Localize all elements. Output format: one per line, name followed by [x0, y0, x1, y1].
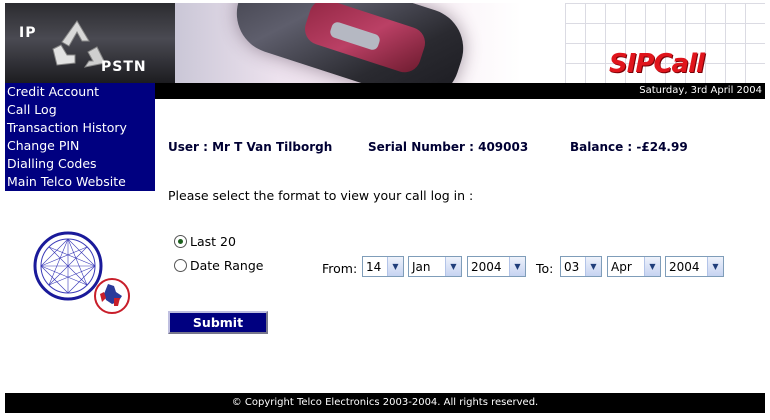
- option-date-range-label: Date Range: [190, 258, 264, 273]
- sipcall-logo: SIPCall: [609, 49, 705, 79]
- nav-call-log[interactable]: Call Log: [5, 101, 155, 119]
- account-balance: Balance : -£24.99: [570, 140, 688, 154]
- nav-transaction-history[interactable]: Transaction History: [5, 119, 155, 137]
- network-emblem-icon: [33, 231, 130, 314]
- nav-main-telco-website[interactable]: Main Telco Website: [5, 173, 155, 191]
- logo-pstn-text: PSTN: [101, 59, 147, 75]
- chevron-down-icon[interactable]: ▼: [445, 257, 461, 276]
- nav-dialling-codes[interactable]: Dialling Codes: [5, 155, 155, 173]
- chevron-down-icon[interactable]: ▼: [509, 257, 525, 276]
- from-month-value: Jan: [412, 259, 431, 274]
- to-day-value: 03: [564, 259, 580, 274]
- from-day-select[interactable]: 14 ▼: [362, 256, 404, 277]
- to-month-select[interactable]: Apr ▼: [607, 256, 661, 277]
- option-last-20-label: Last 20: [190, 234, 236, 249]
- date-bar: Saturday, 3rd April 2004: [155, 83, 765, 99]
- chevron-down-icon[interactable]: ▼: [387, 257, 403, 276]
- chevron-down-icon[interactable]: ▼: [644, 257, 660, 276]
- to-month-value: Apr: [611, 259, 632, 274]
- radio-last-20[interactable]: [174, 235, 187, 248]
- serial-number: Serial Number : 409003: [368, 140, 529, 154]
- recycle-icon: [52, 20, 106, 68]
- submit-button[interactable]: Submit: [168, 311, 268, 334]
- option-date-range[interactable]: Date Range: [174, 258, 263, 273]
- radio-date-range[interactable]: [174, 259, 187, 272]
- user-name: User : Mr T Van Tilborgh: [168, 140, 333, 154]
- format-prompt: Please select the format to view your ca…: [168, 188, 474, 203]
- chevron-down-icon[interactable]: ▼: [585, 257, 601, 276]
- to-day-select[interactable]: 03 ▼: [560, 256, 602, 277]
- from-year-value: 2004: [471, 259, 502, 274]
- footer-copyright: © Copyright Telco Electronics 2003-2004.…: [5, 393, 765, 413]
- from-day-value: 14: [366, 259, 382, 274]
- logo-ip-text: IP: [19, 25, 37, 41]
- from-month-select[interactable]: Jan ▼: [408, 256, 462, 277]
- chevron-down-icon[interactable]: ▼: [707, 257, 723, 276]
- from-label: From:: [322, 261, 358, 276]
- header-banner: IP PSTN SIPCall: [5, 3, 765, 83]
- to-year-value: 2004: [669, 259, 700, 274]
- to-year-select[interactable]: 2004 ▼: [665, 256, 724, 277]
- to-label: To:: [536, 261, 554, 276]
- left-nav: Credit Account Call Log Transaction Hist…: [5, 83, 155, 191]
- nav-credit-account[interactable]: Credit Account: [5, 83, 155, 101]
- option-last-20[interactable]: Last 20: [174, 234, 236, 249]
- from-year-select[interactable]: 2004 ▼: [467, 256, 526, 277]
- nav-change-pin[interactable]: Change PIN: [5, 137, 155, 155]
